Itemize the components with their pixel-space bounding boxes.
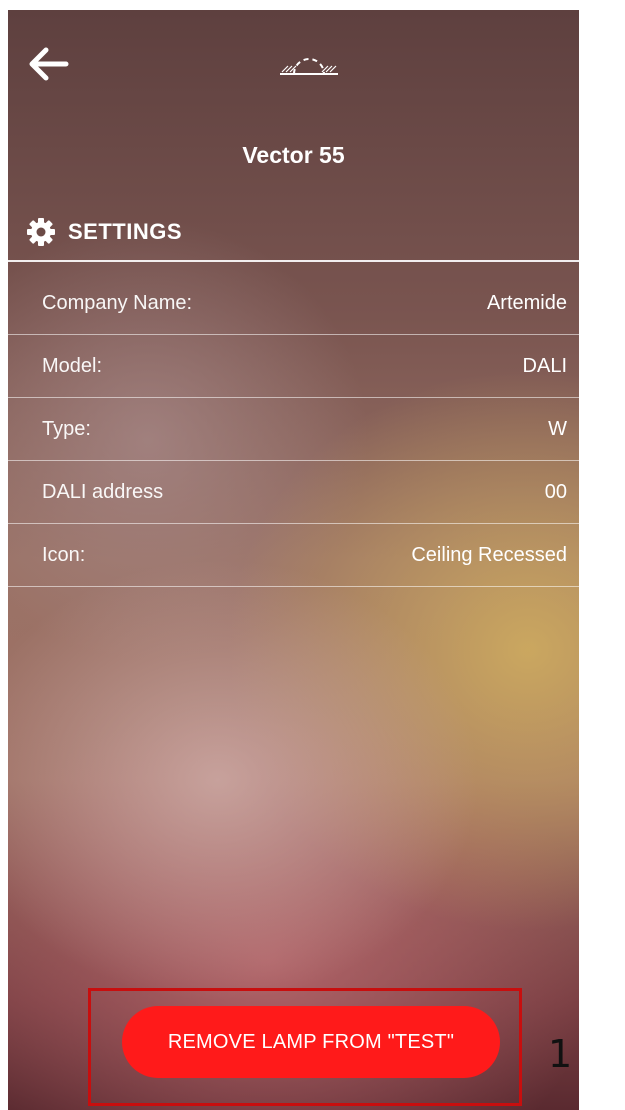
setting-label: Model: [42,354,103,377]
lamp-settings-screen: Vector 55 SETTINGS Company Name: Artemid… [8,10,579,1110]
setting-value: DALI [522,354,567,377]
page-title: Vector 55 [242,142,345,168]
gear-icon [27,218,55,246]
settings-list: Company Name: Artemide Model: DALI Type:… [8,272,579,587]
ceiling-recessed-lamp-icon [280,58,338,75]
setting-value: Artemide [486,291,567,314]
setting-value: Ceiling Recessed [411,543,567,566]
setting-row-type[interactable]: Type: W [8,398,579,461]
annotation-number: 1 [548,1032,573,1076]
setting-value: 00 [544,480,567,503]
back-button[interactable] [22,38,74,90]
setting-label: Icon: [42,543,86,566]
arrow-left-icon [29,47,69,81]
setting-row-dali-address[interactable]: DALI address 00 [8,461,579,524]
setting-label: Company Name: [42,291,193,314]
settings-heading: SETTINGS [26,212,182,252]
settings-divider [8,260,579,262]
settings-heading-label: SETTINGS [68,219,183,244]
setting-row-model[interactable]: Model: DALI [8,335,579,398]
setting-label: DALI address [42,480,164,503]
setting-value: W [548,417,567,440]
setting-label: Type: [42,417,91,440]
setting-row-company-name[interactable]: Company Name: Artemide [8,272,579,335]
setting-row-icon[interactable]: Icon: Ceiling Recessed [8,524,579,587]
remove-lamp-button[interactable]: REMOVE LAMP FROM "TEST" [122,1006,500,1078]
